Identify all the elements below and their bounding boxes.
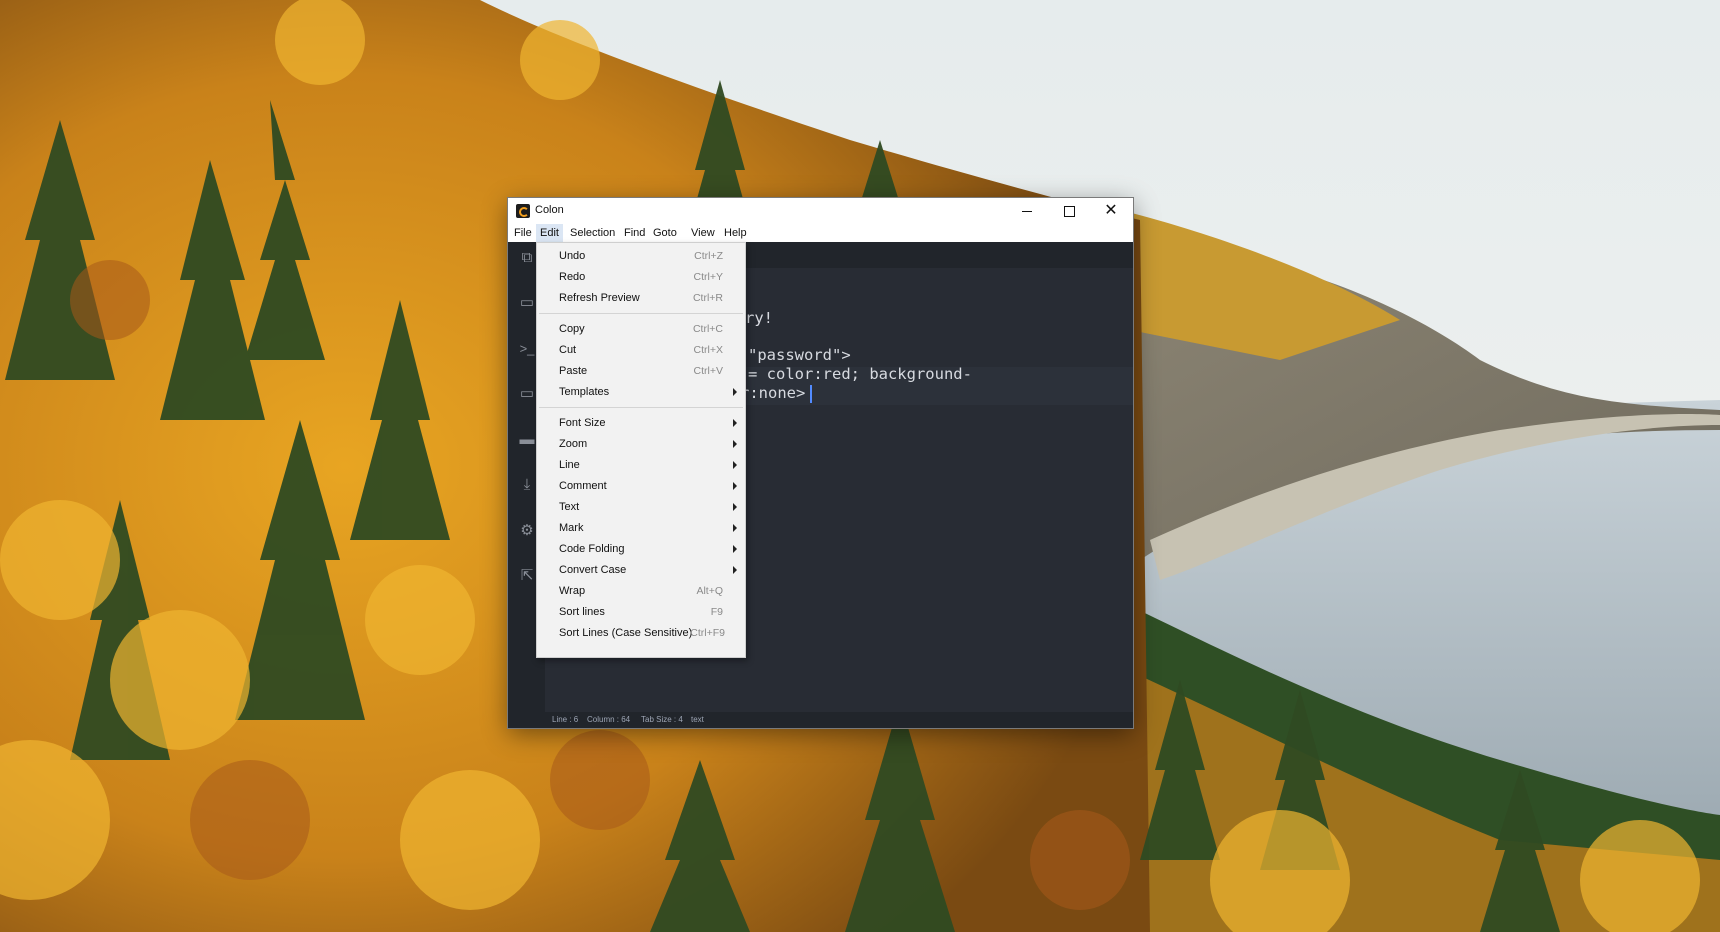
maximize-button[interactable] (1047, 198, 1091, 224)
maximize-icon (1063, 205, 1075, 217)
chevron-right-icon (733, 388, 737, 396)
menu-item-mark[interactable]: Mark (537, 518, 745, 538)
download-icon[interactable]: ⤓ (518, 477, 536, 493)
code-fragment: = color:red; background- (748, 365, 972, 383)
text-cursor (810, 385, 812, 403)
monitor-icon[interactable]: ▬ (518, 432, 536, 448)
menu-help[interactable]: Help (720, 224, 751, 242)
status-tab-size: Tab Size : 4 (641, 715, 683, 724)
menu-item-templates[interactable]: Templates (537, 382, 745, 402)
menu-item-paste[interactable]: Paste Ctrl+V (537, 361, 745, 381)
chevron-right-icon (733, 440, 737, 448)
code-fragment: r:none> (740, 384, 806, 402)
menu-separator (539, 313, 743, 314)
chevron-right-icon (733, 524, 737, 532)
edit-dropdown-menu: Undo Ctrl+Z Redo Ctrl+Y Refresh Preview Ctr… (536, 242, 746, 658)
menu-item-code-folding[interactable]: Code Folding (537, 539, 745, 559)
title-bar[interactable]: Colon ✕ (508, 198, 1133, 224)
chevron-right-icon (733, 566, 737, 574)
code-fragment: ry! (745, 309, 773, 327)
desktop: Colon ✕ File Edit Selection Find Goto Vi… (0, 0, 1720, 932)
gear-icon[interactable]: ⚙ (518, 523, 536, 539)
app-logo-icon (516, 204, 530, 218)
menu-item-zoom[interactable]: Zoom (537, 434, 745, 454)
menu-bar: File Edit Selection Find Goto View Help (508, 224, 1133, 242)
menu-item-redo[interactable]: Redo Ctrl+Y (537, 267, 745, 287)
preview-icon[interactable]: ▭ (518, 386, 536, 402)
status-column: Column : 64 (587, 715, 631, 724)
copy-icon[interactable]: ⧉ (518, 250, 536, 266)
menu-find[interactable]: Find (620, 224, 649, 242)
share-icon[interactable]: ⇱ (518, 568, 536, 584)
chevron-right-icon (733, 482, 737, 490)
status-mode: text (691, 715, 704, 724)
menu-item-cut[interactable]: Cut Ctrl+X (537, 340, 745, 360)
chevron-right-icon (733, 419, 737, 427)
menu-goto[interactable]: Goto (649, 224, 681, 242)
menu-item-text[interactable]: Text (537, 497, 745, 517)
close-icon: ✕ (1104, 202, 1118, 219)
folder-icon[interactable]: ▭ (518, 295, 536, 311)
menu-item-wrap[interactable]: Wrap Alt+Q (537, 581, 745, 601)
menu-edit[interactable]: Edit (536, 224, 563, 242)
menu-item-convert-case[interactable]: Convert Case (537, 560, 745, 580)
chevron-right-icon (733, 461, 737, 469)
chevron-right-icon (733, 545, 737, 553)
menu-separator (539, 407, 743, 408)
close-button[interactable]: ✕ (1089, 198, 1133, 224)
status-bar: Line : 6 Column : 64 Tab Size : 4 text (545, 712, 1133, 728)
window-title: Colon (535, 204, 564, 216)
menu-item-copy[interactable]: Copy Ctrl+C (537, 319, 745, 339)
menu-selection[interactable]: Selection (566, 224, 619, 242)
menu-item-comment[interactable]: Comment (537, 476, 745, 496)
menu-file[interactable]: File (510, 224, 536, 242)
menu-item-font-size[interactable]: Font Size (537, 413, 745, 433)
menu-item-sort-lines[interactable]: Sort lines F9 (537, 602, 745, 622)
menu-item-line[interactable]: Line (537, 455, 745, 475)
menu-view[interactable]: View (687, 224, 719, 242)
minimize-button[interactable] (1005, 198, 1049, 224)
menu-item-undo[interactable]: Undo Ctrl+Z (537, 246, 745, 266)
status-line: Line : 6 (552, 715, 579, 724)
minimize-icon (1022, 210, 1032, 212)
code-fragment: "password"> (748, 346, 851, 364)
menu-item-refresh-preview[interactable]: Refresh Preview Ctrl+R (537, 288, 745, 308)
terminal-icon[interactable]: >_ (518, 341, 536, 357)
chevron-right-icon (733, 503, 737, 511)
menu-item-sort-lines-case-sensitive[interactable]: Sort Lines (Case Sensitive) Ctrl+F9 (537, 623, 745, 643)
